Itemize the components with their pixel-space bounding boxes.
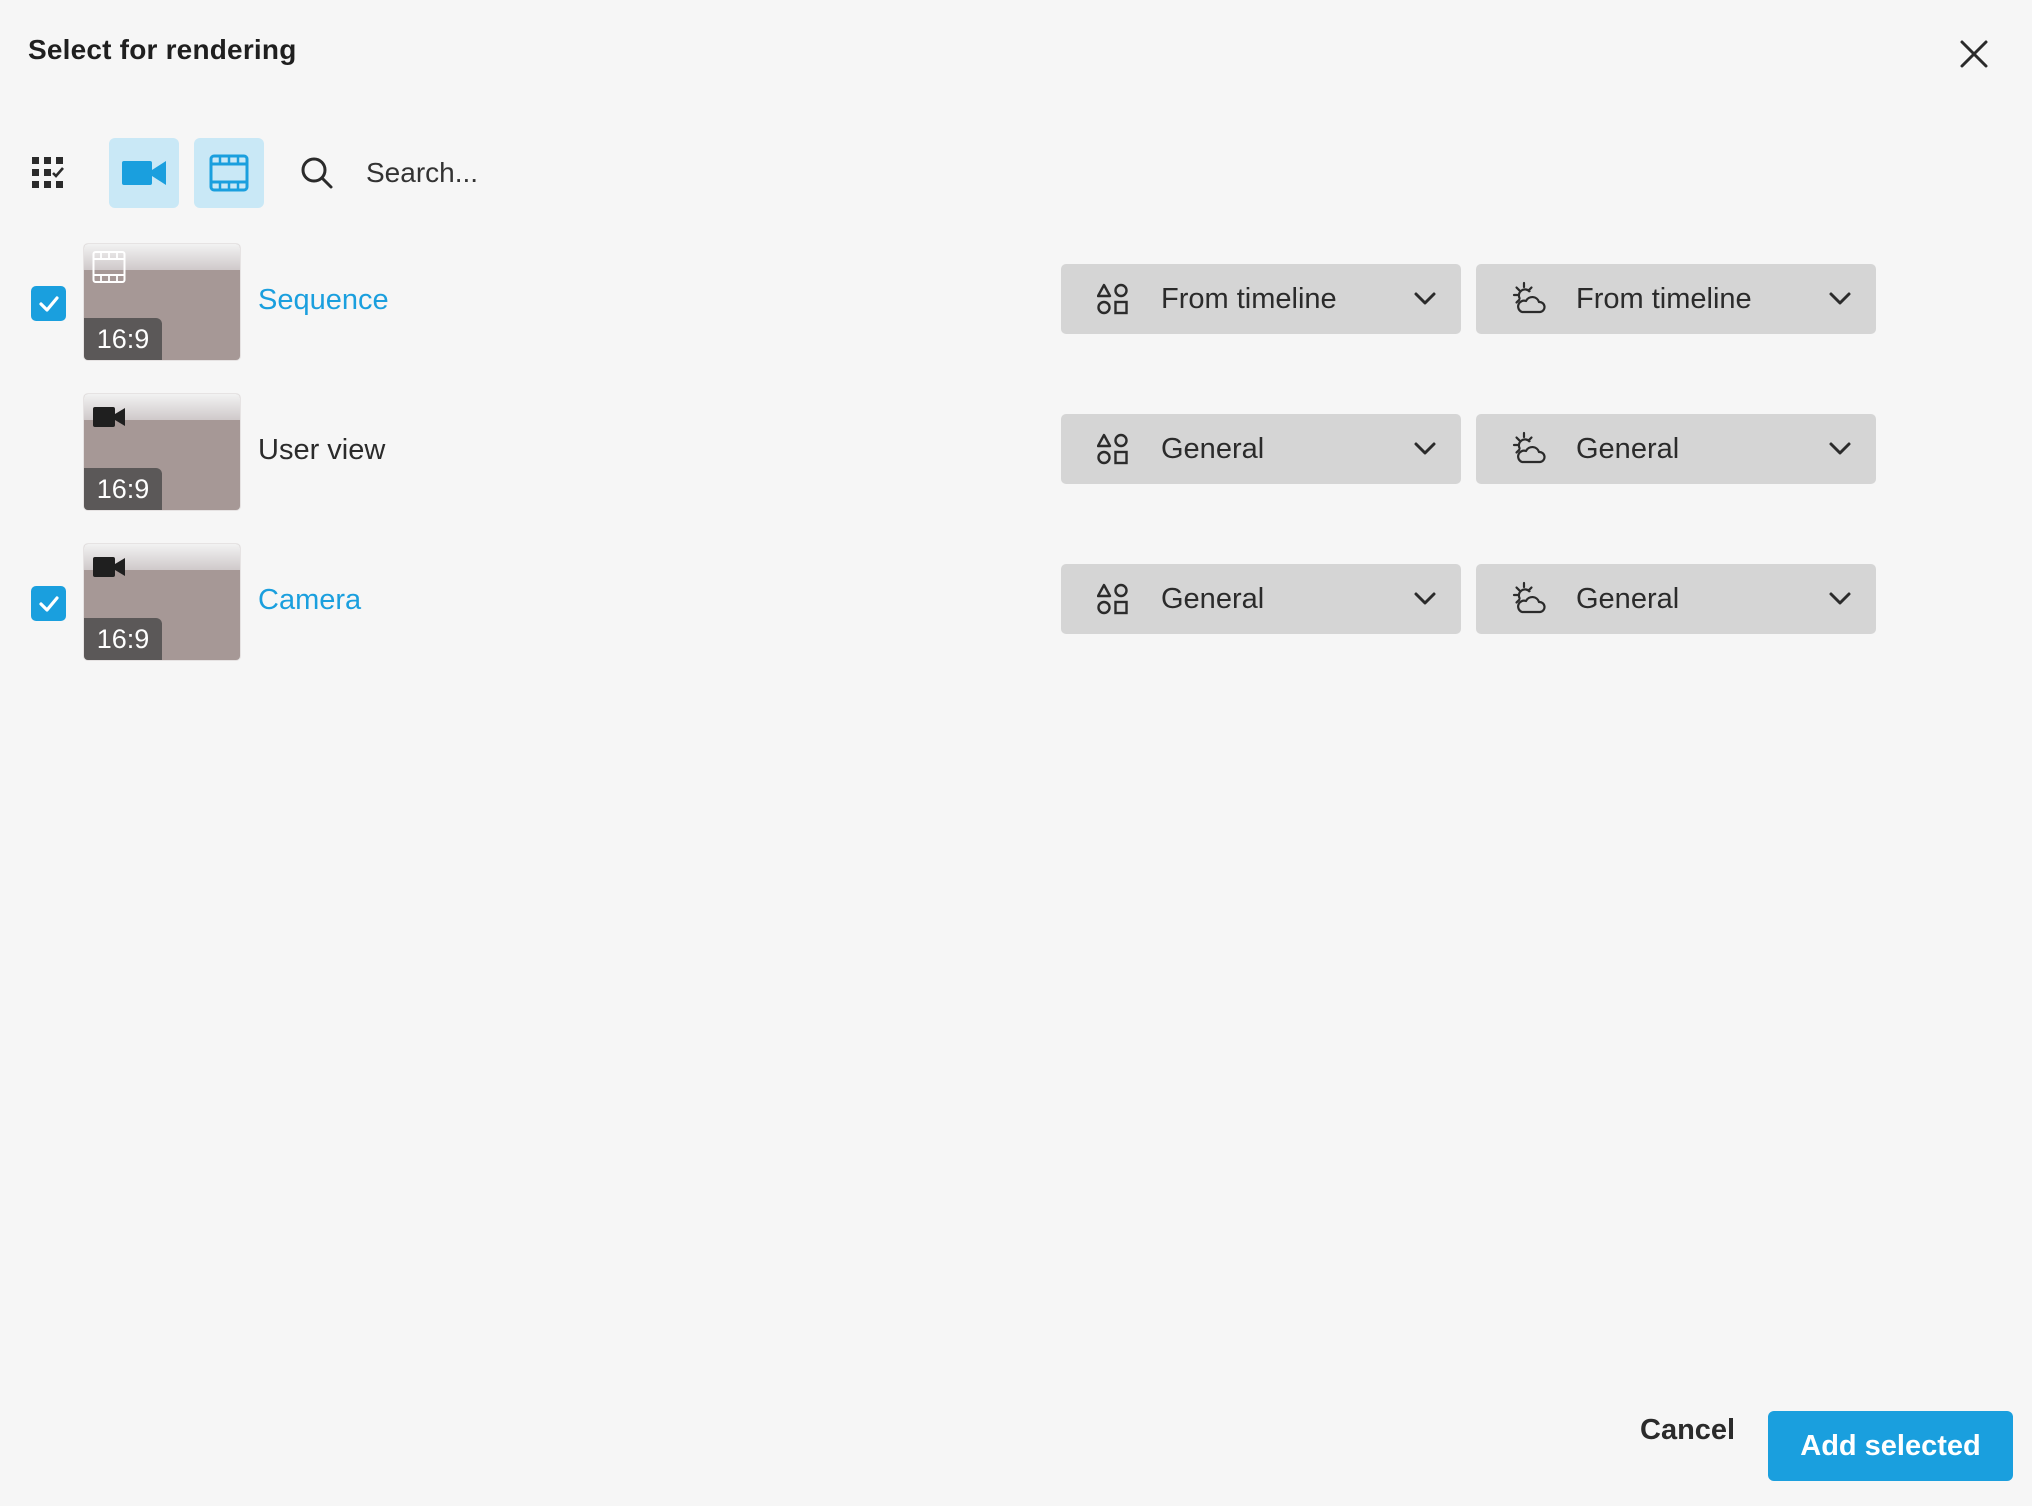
sequence-filter-button[interactable]	[194, 138, 264, 208]
shapes-icon	[1097, 583, 1128, 615]
shapes-icon	[1097, 283, 1128, 315]
list-item-camera: 16:9 Camera General General	[0, 544, 2032, 664]
aspect-ratio-badge: 16:9	[84, 318, 162, 360]
film-strip-icon	[92, 251, 126, 283]
checkmark-icon	[38, 295, 59, 312]
select-all-button[interactable]	[24, 138, 72, 208]
checkbox-camera[interactable]	[31, 586, 66, 621]
dropdown-value: From timeline	[1576, 282, 1752, 315]
dropdown-value: General	[1161, 432, 1265, 465]
dropdown-value: General	[1576, 432, 1680, 465]
environment-dropdown[interactable]: General	[1476, 564, 1876, 634]
camera-filter-icon	[122, 161, 166, 185]
aspect-ratio-badge: 16:9	[84, 618, 162, 660]
sun-cloud-icon	[1512, 431, 1546, 464]
thumbnail-sequence: 16:9	[84, 244, 240, 360]
checkbox-sequence[interactable]	[31, 286, 66, 321]
close-icon	[1960, 40, 1988, 68]
video-camera-icon	[93, 407, 125, 427]
dropdown-value: General	[1576, 582, 1680, 615]
camera-filter-button[interactable]	[109, 138, 179, 208]
filter-toolbar	[24, 138, 768, 208]
chevron-down-icon	[1414, 292, 1436, 305]
item-name[interactable]: Camera	[258, 584, 361, 617]
chevron-down-icon	[1829, 292, 1851, 305]
chevron-down-icon	[1829, 592, 1851, 605]
cancel-button[interactable]: Cancel	[1640, 1414, 1735, 1447]
dropdown-value: From timeline	[1161, 282, 1337, 315]
select-all-grid-icon	[32, 157, 64, 188]
sun-cloud-icon	[1512, 281, 1546, 314]
list-item-user-view: 16:9 User view General General	[0, 394, 2032, 514]
search-icon	[301, 157, 333, 189]
sequence-filter-icon	[209, 154, 249, 192]
item-name[interactable]: Sequence	[258, 284, 389, 317]
environment-dropdown[interactable]: From timeline	[1476, 264, 1876, 334]
thumbnail-camera: 16:9	[84, 544, 240, 660]
thumbnail-user-view: 16:9	[84, 394, 240, 510]
checkmark-icon	[38, 595, 59, 612]
video-camera-icon	[93, 557, 125, 577]
environment-dropdown[interactable]: General	[1476, 414, 1876, 484]
search-input[interactable]	[364, 156, 768, 190]
chevron-down-icon	[1829, 442, 1851, 455]
item-name[interactable]: User view	[258, 434, 385, 467]
chevron-down-icon	[1414, 442, 1436, 455]
search-box	[300, 156, 768, 190]
dialog-title: Select for rendering	[28, 34, 297, 65]
shapes-icon	[1097, 433, 1128, 465]
chevron-down-icon	[1414, 592, 1436, 605]
sun-cloud-icon	[1512, 581, 1546, 614]
style-dropdown[interactable]: From timeline	[1061, 264, 1461, 334]
aspect-ratio-badge: 16:9	[84, 468, 162, 510]
style-dropdown[interactable]: General	[1061, 414, 1461, 484]
list-item-sequence: 16:9 Sequence From timeline From timelin…	[0, 244, 2032, 364]
close-button[interactable]	[1950, 30, 1998, 78]
dropdown-value: General	[1161, 582, 1265, 615]
style-dropdown[interactable]: General	[1061, 564, 1461, 634]
add-selected-button[interactable]: Add selected	[1768, 1411, 2013, 1481]
